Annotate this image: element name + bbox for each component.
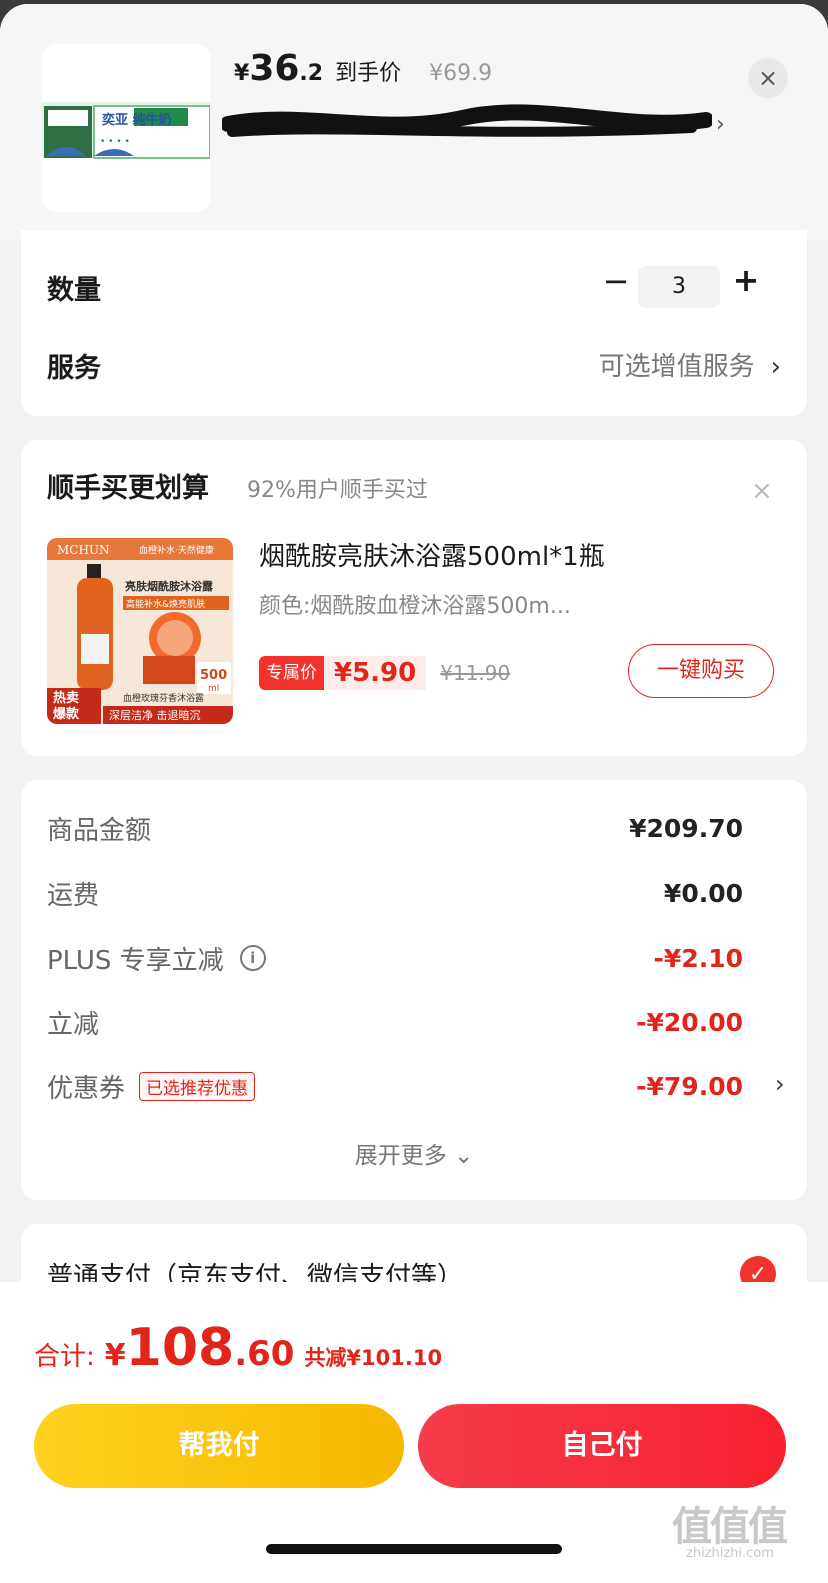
- upsell-product-name[interactable]: 烟酰胺亮肤沐浴露500ml*1瓶: [259, 536, 605, 573]
- promo-original-price: ¥11.90: [440, 661, 511, 685]
- thumb-brand-text: 奕亚 纯牛奶: [102, 112, 172, 128]
- svg-text:• • • •: • • • •: [100, 137, 130, 147]
- quantity-plus-button[interactable]: +: [729, 264, 763, 298]
- img-hot2: 爆款: [53, 706, 80, 722]
- price-line: ¥ 36 .2 到手价 ¥69.9: [234, 48, 492, 98]
- img-hot: 热卖: [53, 690, 79, 706]
- total-integer: 108: [125, 1318, 235, 1378]
- upsell-close-icon[interactable]: ×: [751, 476, 773, 506]
- price-integer: 36: [249, 48, 300, 89]
- promo-label: 专属价: [259, 656, 324, 690]
- fee-value: -¥20.00: [636, 1007, 743, 1037]
- upsell-product-spec: 颜色:烟酰胺血橙沐浴露500m...: [259, 594, 571, 619]
- fee-row-plus-discount: PLUS 专享立减 i -¥2.10: [47, 938, 743, 978]
- img-footer: 深层洁净 击退暗沉: [109, 708, 201, 722]
- one-click-buy-button[interactable]: 一键购买: [628, 644, 774, 698]
- upsell-title: 顺手买更划算: [47, 473, 209, 504]
- price-decimal: .2: [299, 61, 324, 86]
- original-price: ¥69.9: [429, 61, 493, 86]
- fee-row-instant-discount: 立减 -¥20.00: [47, 1002, 743, 1042]
- price-yen: ¥: [234, 61, 250, 86]
- quantity-minus-button[interactable]: −: [599, 265, 633, 300]
- img-desc: 血橙玫瑰芬香沐浴露: [123, 692, 204, 704]
- img-brand: MCHUN: [57, 543, 110, 557]
- expand-more-button[interactable]: 展开更多 ⌄: [21, 1136, 807, 1170]
- fee-value: ¥209.70: [629, 813, 743, 843]
- fee-summary-card: 商品金额 ¥209.70 运费 ¥0.00 PLUS 专享立减 i -¥2.10…: [21, 780, 807, 1200]
- price-tag: 到手价: [335, 61, 402, 86]
- total-saved: 共减¥101.10: [304, 1346, 443, 1370]
- total-line: 合计: ¥ 108 .60 共减¥101.10: [34, 1318, 442, 1378]
- fee-value: -¥2.10: [653, 943, 743, 973]
- service-value: 可选增值服务: [598, 352, 755, 382]
- fee-value: ¥0.00: [663, 878, 743, 908]
- promo-price: ¥5.90: [324, 656, 427, 690]
- info-icon[interactable]: i: [239, 945, 266, 971]
- coupon-chevron-icon[interactable]: ›: [775, 1070, 785, 1098]
- total-label: 合计:: [34, 1342, 95, 1372]
- upsell-subtitle: 92%用户顺手买过: [247, 478, 428, 503]
- milk-box-product-image: 奕亚 纯牛奶 • • • •: [42, 44, 210, 212]
- total-decimal: .60: [234, 1334, 295, 1374]
- redaction-scribble-icon: [222, 104, 712, 137]
- fee-row-coupon[interactable]: 优惠券 已选推荐优惠 -¥79.00: [47, 1066, 743, 1106]
- watermark-logo: 值值值: [672, 1504, 788, 1550]
- header-chevron-icon[interactable]: ›: [716, 112, 725, 137]
- fee-label: 立减: [47, 1009, 100, 1040]
- img-volume: 500: [200, 668, 227, 683]
- total-yen: ¥: [104, 1338, 126, 1373]
- fee-value: -¥79.00: [636, 1071, 743, 1101]
- help-me-pay-button[interactable]: 帮我付: [34, 1404, 404, 1488]
- service-label: 服务: [47, 353, 101, 384]
- close-button[interactable]: ×: [748, 58, 788, 98]
- img-unit: ml: [208, 684, 219, 694]
- product-header: 奕亚 纯牛奶 • • • • ¥ 36 .2 到手价 ¥69.9 › ×: [0, 4, 828, 240]
- fee-row-goods: 商品金额 ¥209.70: [47, 808, 743, 848]
- upsell-product-image[interactable]: MCHUN 血橙补水·天然健康 亮肤烟酰胺沐浴露 高能补水&焕亮肌肤 500 m…: [47, 538, 233, 724]
- fee-label: 商品金额: [47, 815, 152, 846]
- watermark-url: zhizhizhi.com: [686, 1546, 774, 1561]
- img-tagline: 高能补水&焕亮肌肤: [126, 598, 205, 610]
- product-thumbnail: 奕亚 纯牛奶 • • • •: [42, 44, 210, 212]
- fee-label-group: 优惠券 已选推荐优惠: [47, 1068, 256, 1105]
- upsell-card: 顺手买更划算 92%用户顺手买过 × MCHUN 血橙补水·天然健康 亮肤烟酰胺…: [21, 440, 807, 756]
- promo-price-tag: 专属价 ¥5.90 ¥11.90: [259, 656, 510, 690]
- service-selector[interactable]: 可选增值服务 ›: [599, 346, 781, 383]
- img-slogan: 血橙补水·天然健康: [139, 544, 214, 556]
- fee-label: 运费: [47, 880, 100, 911]
- quantity-value[interactable]: 3: [638, 266, 720, 308]
- quantity-label: 数量: [47, 275, 101, 306]
- close-icon: ×: [757, 64, 779, 92]
- quantity-service-card: 数量 − 3 + 服务 可选增值服务 ›: [21, 230, 807, 416]
- checkout-bar: 合计: ¥ 108 .60 共减¥101.10 帮我付 自己付 值值值 zhiz…: [0, 1282, 828, 1583]
- fee-row-shipping: 运费 ¥0.00: [47, 873, 743, 913]
- body-wash-image: MCHUN 血橙补水·天然健康 亮肤烟酰胺沐浴露 高能补水&焕亮肌肤 500 m…: [47, 538, 233, 724]
- fee-label: 优惠券: [47, 1073, 126, 1104]
- img-title: 亮肤烟酰胺沐浴露: [125, 579, 214, 593]
- fee-label-group: PLUS 专享立减 i: [47, 940, 266, 977]
- fee-label: PLUS 专享立减: [47, 945, 224, 976]
- home-indicator[interactable]: [266, 1544, 562, 1554]
- pay-myself-button[interactable]: 自己付: [418, 1404, 786, 1488]
- coupon-badge: 已选推荐优惠: [139, 1071, 256, 1101]
- checkout-sheet: 奕亚 纯牛奶 • • • • ¥ 36 .2 到手价 ¥69.9 › × 数量 …: [0, 4, 828, 1583]
- chevron-right-icon: ›: [770, 352, 781, 382]
